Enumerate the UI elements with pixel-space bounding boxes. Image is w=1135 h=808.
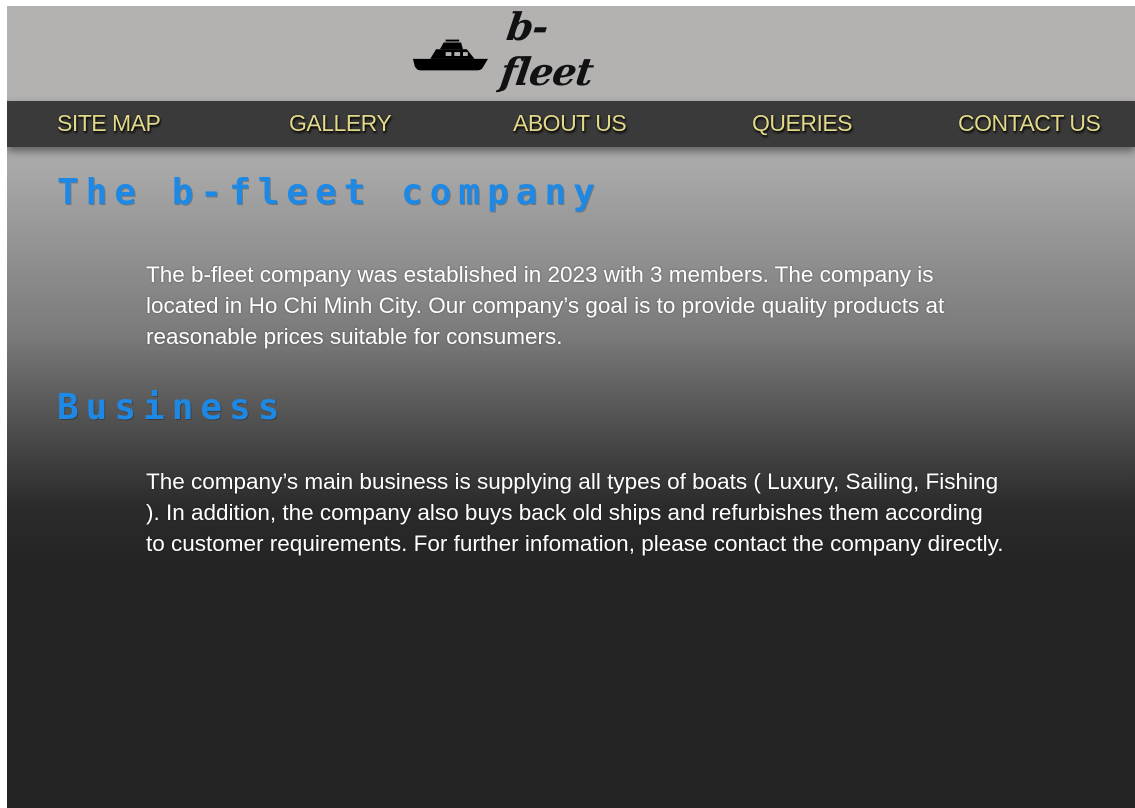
yacht-icon	[412, 39, 488, 71]
nav-queries[interactable]: QUERIES	[752, 110, 853, 137]
site-header: b-fleet	[7, 6, 1135, 101]
nav-about-us[interactable]: ABOUT US	[513, 110, 627, 137]
section-title-company: The b-fleet company	[57, 172, 602, 213]
nav-gallery[interactable]: GALLERY	[289, 110, 392, 137]
nav-site-map[interactable]: SITE MAP	[57, 110, 161, 137]
main-nav: SITE MAP GALLERY ABOUT US QUERIES CONTAC…	[7, 101, 1135, 147]
brand-name: b-fleet	[497, 6, 596, 94]
section-title-business: Business	[57, 387, 287, 428]
nav-contact-us[interactable]: CONTACT US	[958, 110, 1101, 137]
section-body-business: The company’s main business is supplying…	[146, 469, 1004, 556]
page-frame: b-fleet SITE MAP GALLERY ABOUT US QUERIE…	[7, 6, 1135, 808]
brand-logo[interactable]: b-fleet	[411, 6, 631, 94]
section-body-company: The b-fleet company was established in 2…	[146, 262, 945, 349]
